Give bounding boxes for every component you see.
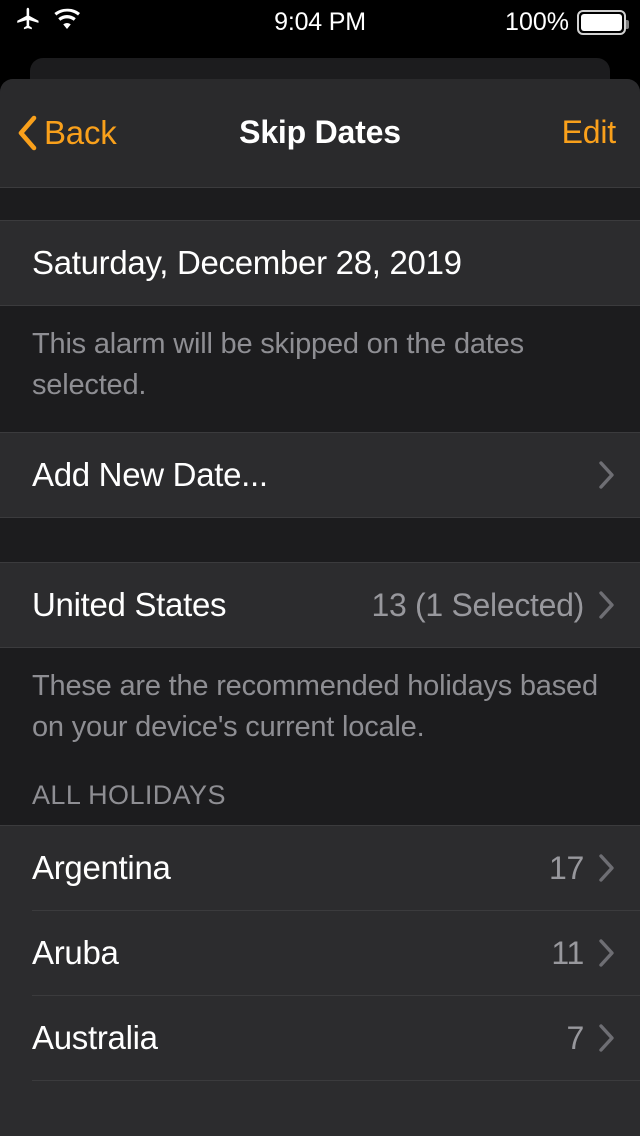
group-gap-top xyxy=(0,188,640,220)
country-label: Australia xyxy=(32,1019,158,1056)
chevron-right-icon xyxy=(598,1023,616,1053)
settings-table: Saturday, December 28, 2019 This alarm w… xyxy=(0,188,640,1136)
locale-group: United States 13 (1 Selected) xyxy=(0,562,640,648)
battery-fill xyxy=(581,13,622,31)
status-bar: 9:04 PM 100% xyxy=(0,0,640,44)
table-row[interactable]: Argentina 17 xyxy=(0,826,640,910)
phone-screen: 9:04 PM 100% Back Skip Dates Edit Saturd… xyxy=(0,0,640,1136)
status-bar-right: 100% xyxy=(505,7,629,37)
country-label: Argentina xyxy=(32,849,171,886)
skip-date-footer: This alarm will be skipped on the dates … xyxy=(0,306,640,432)
chevron-right-icon xyxy=(598,460,616,490)
locale-footer: These are the recommended holidays based… xyxy=(0,648,640,774)
navigation-bar: Back Skip Dates Edit xyxy=(0,79,640,188)
table-row[interactable]: Australia 7 xyxy=(0,996,640,1080)
country-count: 7 xyxy=(566,1019,585,1056)
skip-date-row[interactable]: Saturday, December 28, 2019 xyxy=(0,221,640,305)
united-states-detail: 13 (1 Selected) xyxy=(371,586,584,623)
chevron-right-icon xyxy=(598,938,616,968)
skip-date-label: Saturday, December 28, 2019 xyxy=(32,244,462,281)
table-row[interactable]: Aruba 11 xyxy=(0,911,640,995)
chevron-right-icon xyxy=(598,590,616,620)
add-new-date-row[interactable]: Add New Date... xyxy=(0,433,640,517)
add-date-group: Add New Date... xyxy=(0,432,640,518)
country-label: Aruba xyxy=(32,934,119,971)
page-title: Skip Dates xyxy=(239,114,401,150)
chevron-right-icon xyxy=(598,853,616,883)
country-count: 11 xyxy=(551,934,584,971)
skip-dates-modal: Back Skip Dates Edit Saturday, December … xyxy=(0,79,640,1136)
battery-full-icon xyxy=(577,9,629,35)
battery-percent-label: 100% xyxy=(505,7,569,36)
all-holidays-group: Argentina 17 Aruba 11 Australia 7 xyxy=(0,825,640,1136)
all-holidays-header: ALL HOLIDAYS xyxy=(0,774,640,825)
united-states-label: United States xyxy=(32,586,227,623)
group-gap-middle xyxy=(0,518,640,562)
table-row-partial[interactable] xyxy=(0,1081,640,1136)
united-states-row[interactable]: United States 13 (1 Selected) xyxy=(0,563,640,647)
country-count: 17 xyxy=(549,849,584,886)
add-new-date-label: Add New Date... xyxy=(32,456,268,493)
edit-button[interactable]: Edit xyxy=(562,79,617,186)
skip-date-group: Saturday, December 28, 2019 xyxy=(0,220,640,306)
